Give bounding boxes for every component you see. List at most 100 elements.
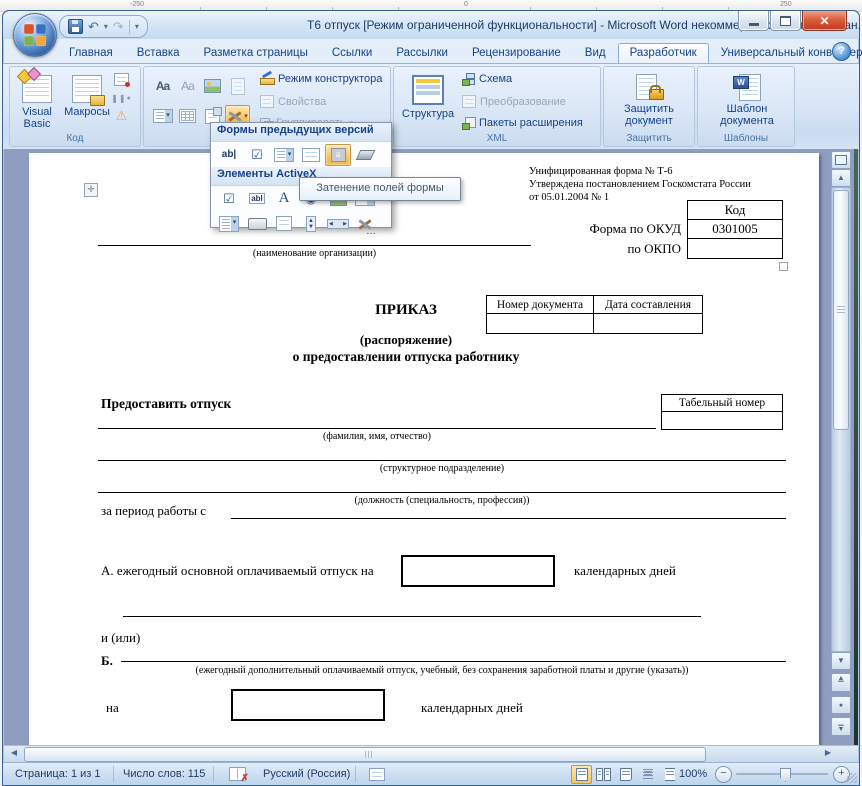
okpo-value-cell[interactable]	[688, 239, 783, 259]
combo-box-control-button[interactable]	[150, 105, 175, 127]
close-button[interactable]: ✕	[802, 11, 847, 31]
activex-scrollbar-button[interactable]: ◀▶	[325, 213, 351, 235]
office-button[interactable]	[13, 13, 57, 57]
zoom-slider-track[interactable]	[736, 773, 828, 775]
scroll-right-icon[interactable]: ▶	[820, 747, 836, 760]
horizontal-scroll-thumb[interactable]	[24, 747, 706, 762]
title-bar[interactable]: ↶ ▾ ↷ ▾ Т6 отпуск [Режим ограниченной фу…	[3, 11, 859, 39]
personnel-number-cell[interactable]	[662, 412, 783, 430]
restore-button[interactable]	[770, 11, 801, 31]
design-mode-button[interactable]: Режим конструктора	[260, 73, 382, 85]
dropdown-form-field-button[interactable]	[271, 144, 297, 166]
checkbox-form-field-button[interactable]: ☑	[244, 144, 270, 166]
form-field-shading-button[interactable]: a	[325, 144, 351, 166]
text-form-field-button[interactable]: ab|	[215, 144, 243, 166]
fullscreen-reading-view-button[interactable]	[593, 765, 614, 784]
web-layout-view-button[interactable]	[615, 765, 636, 784]
proofing-status[interactable]	[221, 763, 254, 785]
activex-textbox-button[interactable]: abl	[244, 188, 270, 210]
reset-form-fields-button[interactable]	[352, 144, 378, 166]
record-macro-icon[interactable]	[114, 72, 129, 86]
customize-qat-icon[interactable]: ▾	[135, 22, 139, 31]
vertical-scrollbar[interactable]: ▲ ▼ ▲▔ ● ▁▼	[831, 151, 849, 744]
tab-glavnaya[interactable]: Главная	[57, 43, 125, 63]
minimize-button[interactable]	[738, 11, 769, 31]
macro-recording-indicator[interactable]	[361, 763, 393, 785]
more-controls-button[interactable]: …	[352, 213, 378, 235]
picture-control-button[interactable]	[200, 75, 225, 97]
tab-ssylki[interactable]: Ссылки	[320, 43, 385, 63]
resize-grip[interactable]	[847, 773, 857, 783]
scroll-down-icon[interactable]: ▼	[831, 652, 851, 670]
macros-button[interactable]: Макросы	[62, 70, 112, 134]
group-label-code[interactable]: Код	[10, 133, 140, 146]
days-form-field-b[interactable]	[231, 689, 385, 721]
pause-recording-icon[interactable]: ❚❚●	[114, 91, 129, 105]
group-label-xml[interactable]: XML	[394, 133, 600, 146]
activex-checkbox-button[interactable]: ☑	[215, 188, 243, 210]
select-browse-object-button[interactable]: ●	[831, 696, 851, 714]
undo-dropdown-icon[interactable]: ▾	[104, 22, 108, 31]
group-label-templates[interactable]: Шаблоны	[698, 133, 794, 146]
period-line[interactable]	[231, 505, 786, 519]
position-line[interactable]	[98, 479, 786, 493]
tab-razmetka[interactable]: Разметка страницы	[192, 43, 320, 63]
expansion-packs-button[interactable]: Пакеты расширения	[462, 117, 583, 129]
structure-button[interactable]: Структура	[398, 70, 458, 134]
visual-basic-button[interactable]: Visual Basic	[12, 70, 62, 134]
word-count[interactable]: Число слов: 115	[115, 763, 213, 785]
activex-list-button[interactable]	[271, 213, 297, 235]
zoom-out-button[interactable]: −	[715, 766, 732, 783]
section-b-line[interactable]	[121, 648, 786, 662]
outline-view-button[interactable]	[637, 765, 658, 784]
days-form-field-a[interactable]	[401, 555, 555, 587]
activex-label-button[interactable]: A	[271, 188, 297, 210]
tab-recenzirovanie[interactable]: Рецензирование	[460, 43, 573, 63]
section-a-extra-line[interactable]	[123, 603, 701, 617]
page-indicator[interactable]: Страница: 1 из 1	[7, 763, 109, 785]
macro-security-icon[interactable]: ⚠	[114, 109, 129, 123]
tab-vstavka[interactable]: Вставка	[125, 43, 192, 63]
language-indicator[interactable]: Русский (Россия)	[255, 763, 358, 785]
doc-date-cell[interactable]	[594, 314, 703, 334]
scroll-up-icon[interactable]: ▲	[831, 169, 851, 187]
save-icon[interactable]	[68, 19, 83, 34]
scroll-left-icon[interactable]: ◀	[6, 747, 22, 760]
print-layout-view-button[interactable]	[571, 765, 592, 784]
ruler-toggle-button[interactable]	[831, 151, 851, 169]
unit-line[interactable]	[98, 447, 786, 461]
table-move-handle-icon[interactable]: ✛	[84, 183, 98, 197]
word-window: ↶ ▾ ↷ ▾ Т6 отпуск [Режим ограниченной фу…	[2, 10, 860, 786]
redo-icon[interactable]: ↷	[113, 20, 124, 33]
activex-listbox-button[interactable]	[215, 213, 243, 235]
activex-spinbutton-button[interactable]: ▲▼	[298, 213, 324, 235]
building-block-control-button[interactable]	[225, 75, 250, 97]
fio-line[interactable]	[98, 415, 656, 429]
dropdown-list-control-button[interactable]	[175, 105, 200, 127]
zoom-level[interactable]: 100%	[671, 763, 715, 785]
properties-button[interactable]: Свойства	[260, 95, 326, 108]
plain-text-control-button[interactable]: Aa	[175, 75, 200, 97]
vertical-scroll-thumb[interactable]	[833, 190, 849, 430]
rich-text-control-button[interactable]: Aa	[150, 75, 175, 97]
activex-commandbutton-button[interactable]	[244, 213, 270, 235]
vertical-scroll-track[interactable]	[831, 187, 851, 652]
document-page[interactable]: ✛ Унифицированная форма № Т-6 Утверждена…	[29, 153, 819, 746]
okud-value-cell[interactable]: 0301005	[688, 220, 783, 239]
previous-page-button[interactable]: ▲▔	[831, 673, 851, 692]
next-page-button[interactable]: ▁▼	[831, 717, 851, 736]
tab-rassylki[interactable]: Рассылки	[384, 43, 460, 63]
help-button[interactable]: ?	[832, 42, 851, 61]
tab-vid[interactable]: Вид	[573, 43, 618, 63]
undo-icon[interactable]: ↶	[88, 20, 99, 33]
group-label-protect[interactable]: Защитить	[604, 133, 694, 146]
tab-razrabotchik[interactable]: Разработчик	[618, 43, 709, 63]
doc-number-cell[interactable]	[487, 314, 594, 334]
document-template-button[interactable]: W Шаблон документа	[706, 70, 788, 134]
protect-document-button[interactable]: Защитить документ	[609, 70, 689, 134]
zoom-slider-thumb[interactable]	[780, 768, 791, 782]
horizontal-scrollbar[interactable]: ◀ ▶	[4, 745, 858, 763]
transform-button[interactable]: Преобразование	[462, 95, 566, 108]
insert-frame-button[interactable]	[298, 144, 324, 166]
schema-button[interactable]: Схема	[462, 73, 512, 85]
